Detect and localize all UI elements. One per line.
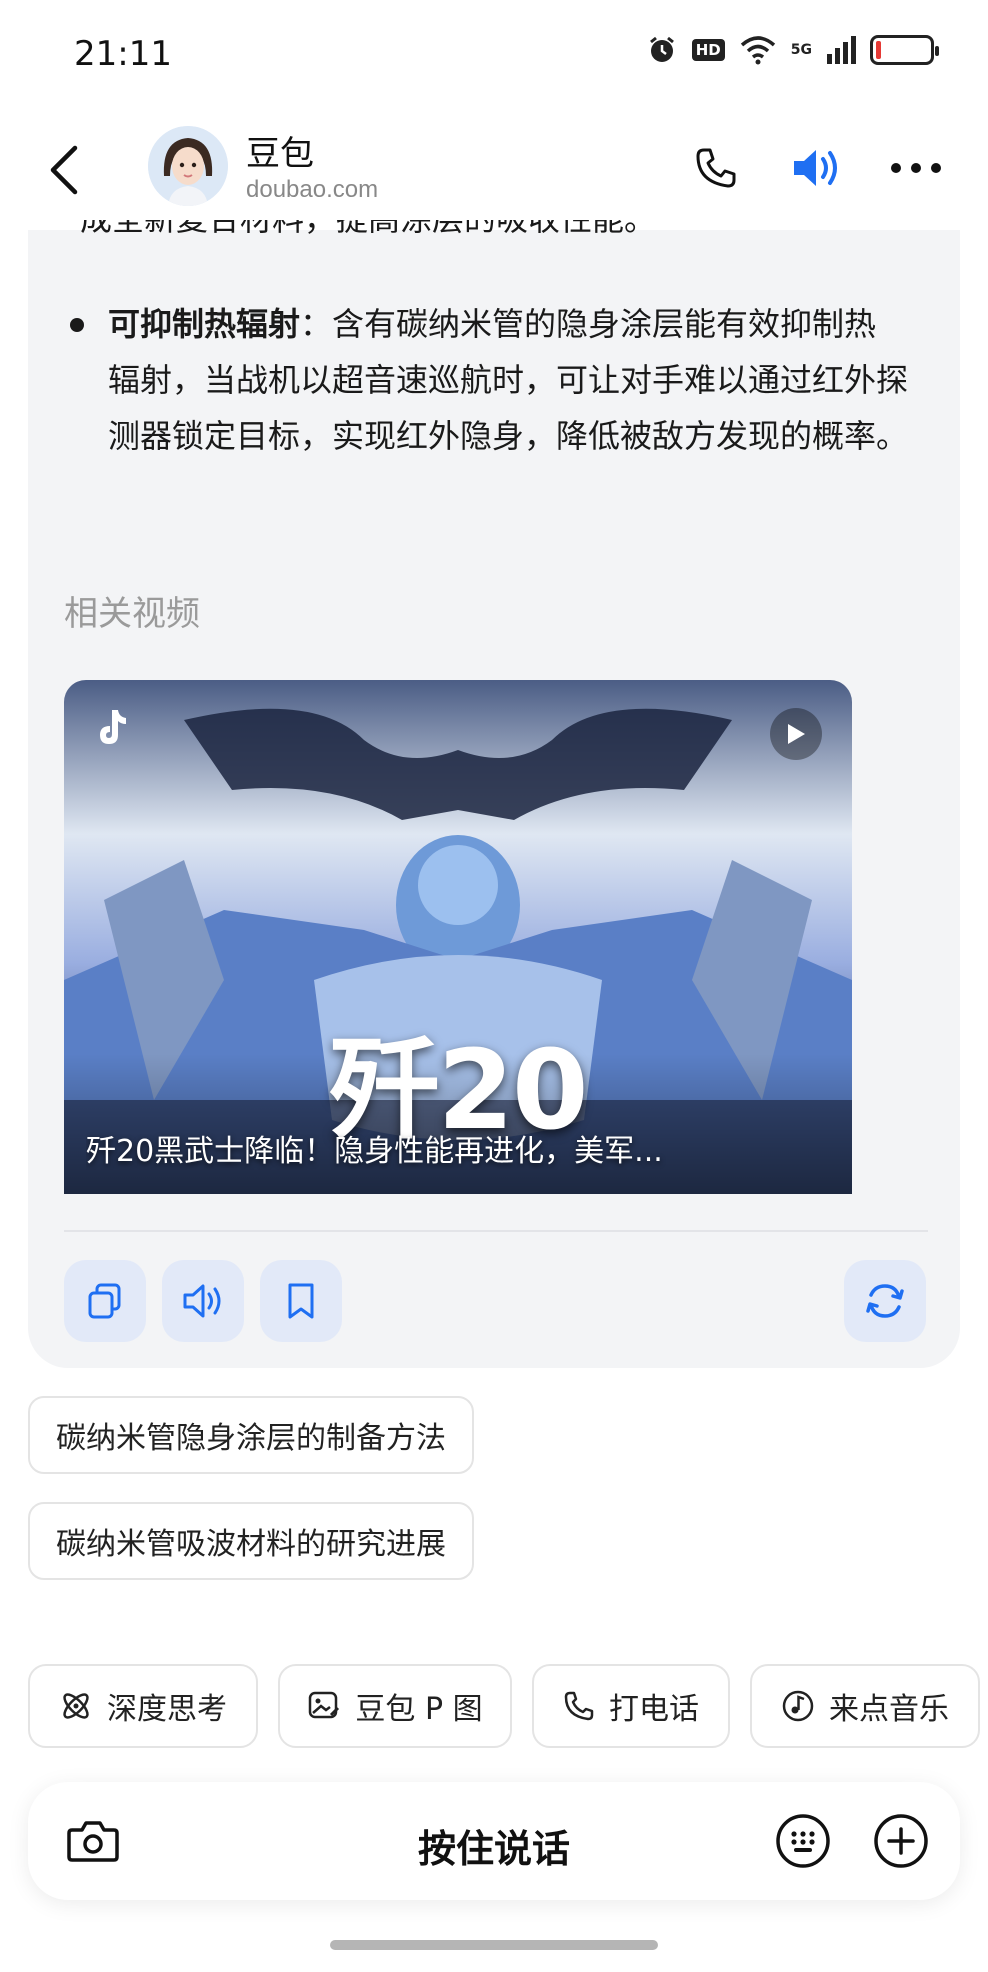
- phone-icon: [696, 148, 736, 188]
- call-button[interactable]: [686, 138, 746, 198]
- add-button[interactable]: [866, 1806, 936, 1876]
- tool-phone-call[interactable]: 打电话: [532, 1664, 730, 1748]
- bookmark-icon: [288, 1283, 314, 1319]
- bot-name: 豆包: [246, 134, 314, 174]
- video-caption: 歼20黑武士降临！隐身性能再进化，美军...: [86, 1134, 663, 1169]
- tool-deep-thinking[interactable]: 深度思考: [28, 1664, 258, 1748]
- play-button[interactable]: [770, 708, 822, 760]
- atom-icon: [63, 1693, 89, 1719]
- tool-label: 深度思考: [107, 1692, 227, 1727]
- hd-badge: HD: [691, 39, 725, 61]
- more-button[interactable]: [886, 138, 946, 198]
- chat-header: 豆包 doubao.com: [0, 110, 988, 230]
- bullet-item: 可抑制热辐射：含有碳纳米管的隐身涂层能有效抑制热辐射，当战机以超音速巡航时，可让…: [108, 296, 908, 464]
- network-label: 5G: [790, 42, 812, 58]
- tool-image-edit[interactable]: 豆包 P 图: [278, 1664, 512, 1748]
- phone-icon: [564, 1691, 594, 1721]
- input-bar: 按住说话: [28, 1782, 960, 1900]
- play-icon: [788, 724, 805, 744]
- keyboard-icon: [776, 1814, 830, 1868]
- action-divider: [64, 1230, 928, 1232]
- wifi-icon: [740, 36, 775, 65]
- battery-icon: [870, 35, 939, 65]
- bookmark-button[interactable]: [260, 1260, 342, 1342]
- read-aloud-icon: [183, 1284, 221, 1318]
- regenerate-button[interactable]: [844, 1260, 926, 1342]
- related-videos-label: 相关视频: [64, 594, 200, 634]
- home-indicator[interactable]: [330, 1940, 658, 1950]
- bullet-dot: [70, 318, 84, 332]
- avatar[interactable]: [148, 126, 228, 206]
- music-icon: [782, 1690, 814, 1722]
- status-icons: HD 5G: [646, 34, 939, 66]
- image-edit-icon: [309, 1691, 340, 1719]
- tool-label: 打电话: [609, 1692, 699, 1727]
- battery-level: [876, 41, 881, 59]
- clipped-text-line: 成全新复合材料，提高涂层的吸收性能。: [80, 220, 920, 260]
- read-aloud-button[interactable]: [162, 1260, 244, 1342]
- suggestion-chip[interactable]: 碳纳米管隐身涂层的制备方法: [28, 1396, 474, 1474]
- tool-label: 豆包 P 图: [355, 1692, 483, 1727]
- bot-domain: doubao.com: [246, 176, 379, 203]
- regenerate-icon: [866, 1284, 904, 1318]
- keyboard-button[interactable]: [768, 1806, 838, 1876]
- copy-icon: [88, 1283, 121, 1319]
- tiktok-icon: [100, 710, 126, 744]
- status-time: 21:11: [74, 34, 172, 74]
- back-arrow-icon: [50, 145, 78, 195]
- alarm-icon: [649, 36, 674, 62]
- tool-label: 来点音乐: [829, 1692, 949, 1727]
- speaker-button[interactable]: [786, 138, 846, 198]
- back-button[interactable]: [34, 132, 94, 208]
- speaker-icon: [794, 150, 837, 186]
- status-bar: 21:11 HD 5G: [0, 0, 988, 110]
- related-video-card[interactable]: 歼20 歼20黑武士降临！隐身性能再进化，美军...: [64, 680, 852, 1194]
- signal-icon: [827, 36, 856, 64]
- suggestion-chip[interactable]: 碳纳米管吸波材料的研究进展: [28, 1502, 474, 1580]
- more-icon: [891, 163, 941, 173]
- copy-button[interactable]: [64, 1260, 146, 1342]
- tool-music[interactable]: 来点音乐: [750, 1664, 980, 1748]
- bullet-bold: 可抑制热辐射: [108, 305, 301, 343]
- plus-icon: [874, 1814, 928, 1868]
